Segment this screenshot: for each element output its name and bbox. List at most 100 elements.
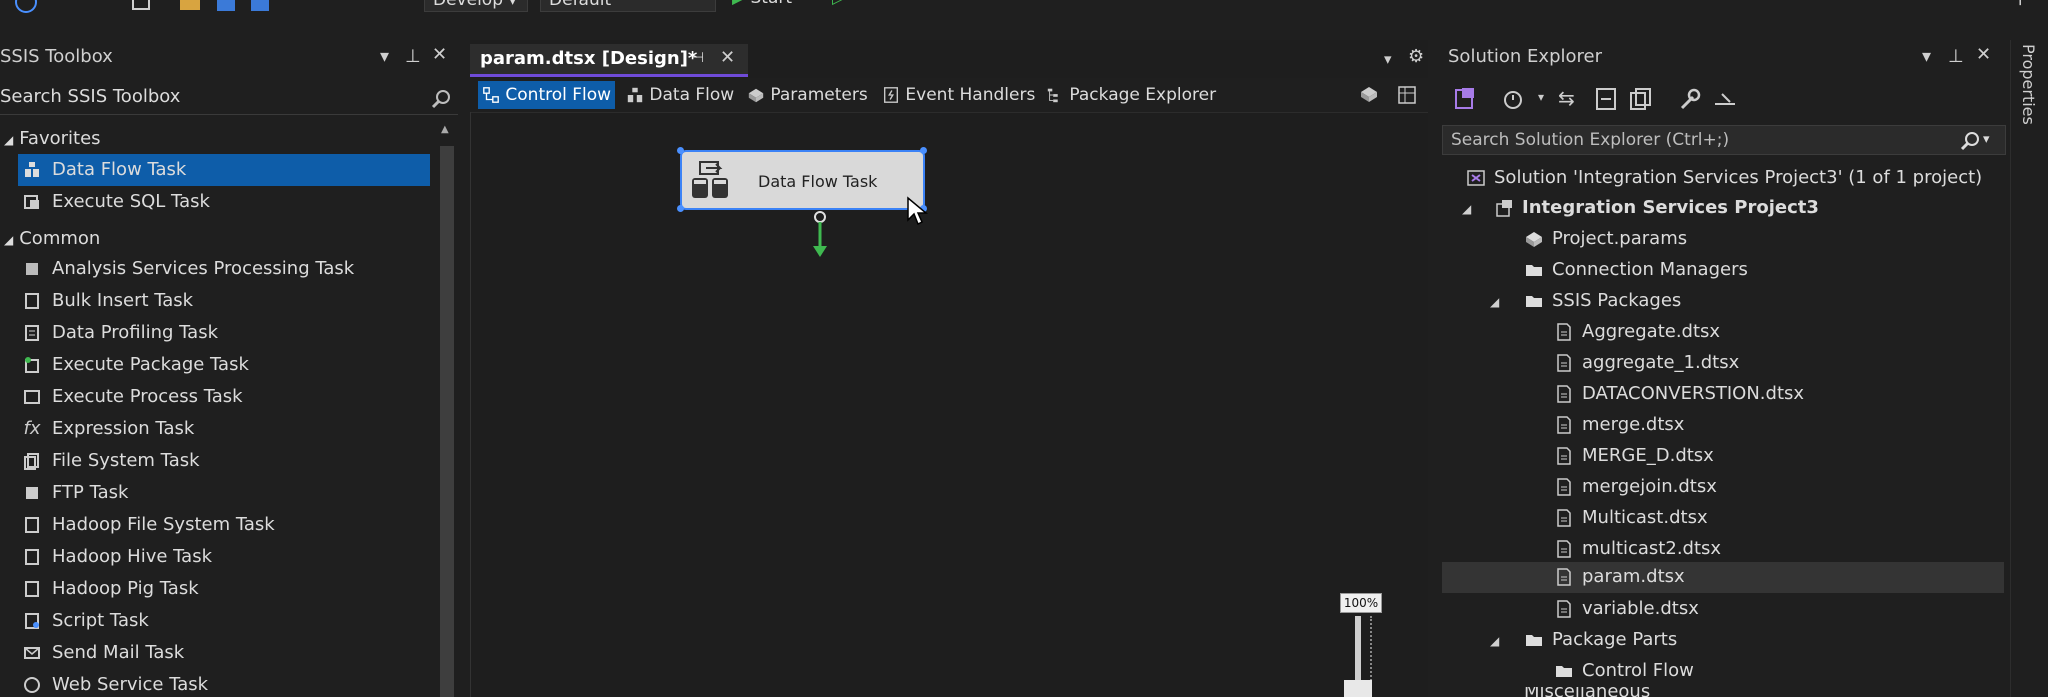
file-system-icon: [24, 453, 39, 470]
tree-package-parts[interactable]: Package Parts: [1524, 625, 1677, 655]
dropdown-icon[interactable]: ▾: [380, 46, 389, 67]
show-all-files-icon[interactable]: [1628, 86, 1652, 112]
control-flow-canvas[interactable]: [470, 112, 1429, 697]
tree-control-flow-parts[interactable]: Control Flow: [1554, 656, 1694, 686]
navigate-back-icon[interactable]: [14, 0, 38, 14]
close-icon[interactable]: ✕: [1976, 44, 1991, 65]
properties-tab[interactable]: Properties: [2019, 44, 2038, 125]
toolbox-scroll-thumb[interactable]: [440, 146, 454, 697]
pin-icon[interactable]: ⊥: [405, 46, 421, 67]
start-button[interactable]: ▶ Start: [732, 0, 792, 8]
toolbox-item-send-mail-task[interactable]: Send Mail Task: [18, 637, 430, 669]
toolbox-item-file-system-task[interactable]: File System Task: [18, 445, 430, 477]
history-icon[interactable]: [1500, 86, 1526, 112]
solution-explorer-search-input[interactable]: Search Solution Explorer (Ctrl+;) ▾: [1442, 125, 2006, 155]
toolbox-item-web-service-task[interactable]: Web Service Task: [18, 669, 430, 697]
tree-package[interactable]: DATACONVERSTION.dtsx: [1554, 379, 1804, 409]
dropdown-icon[interactable]: ▾: [1922, 46, 1931, 67]
common-group[interactable]: ◢ Common: [0, 228, 100, 249]
zoom-slider-thumb[interactable]: [1344, 680, 1372, 697]
execute-process-icon: [24, 390, 40, 404]
tab-param-design[interactable]: param.dtsx [Design]* ⊣ ✕: [470, 44, 748, 77]
hadoop-pig-icon: [25, 581, 39, 597]
toolbox-item-execute-sql-task[interactable]: Execute SQL Task: [18, 186, 430, 218]
tree-project[interactable]: Integration Services Project3: [1494, 193, 1819, 223]
toolbox-item-execute-process-task[interactable]: Execute Process Task: [18, 381, 430, 413]
tree-ssis-packages[interactable]: SSIS Packages: [1524, 286, 1681, 316]
params-icon: [1526, 232, 1542, 247]
toolbox-item-hadoop-hive-task[interactable]: Hadoop Hive Task: [18, 541, 430, 573]
toolbox-item-analysis-services-processing-task[interactable]: Analysis Services Processing Task: [18, 253, 430, 285]
tree-package[interactable]: Multicast.dtsx: [1554, 503, 1708, 533]
tree-package[interactable]: MERGE_D.dtsx: [1554, 441, 1714, 471]
pin-icon[interactable]: ⊥: [1948, 46, 1964, 67]
tab-parameters[interactable]: Parameters: [743, 81, 872, 109]
expand-triangle-icon[interactable]: ◢: [1462, 202, 1471, 216]
tab-dropdown-icon[interactable]: ▾: [1384, 50, 1392, 68]
event-handlers-icon: [884, 87, 898, 103]
variables-icon[interactable]: [1358, 84, 1380, 106]
start-without-debug-icon[interactable]: ▷: [832, 0, 845, 8]
package-file-icon: [1557, 447, 1571, 465]
tree-package[interactable]: mergejoin.dtsx: [1554, 472, 1717, 502]
configuration-combo[interactable]: Develop ▾: [424, 0, 528, 12]
toolbox-item-data-flow-task[interactable]: Data Flow Task: [18, 154, 430, 186]
tree-package[interactable]: merge.dtsx: [1554, 410, 1684, 440]
save-all-icon[interactable]: [248, 0, 272, 14]
folder-icon: [1526, 635, 1542, 646]
toolbox-item-script-task[interactable]: Script Task: [18, 605, 430, 637]
tree-project-params[interactable]: Project.params: [1524, 224, 1687, 254]
toolbox-item-execute-package-task[interactable]: Execute Package Task: [18, 349, 430, 381]
save-icon[interactable]: [214, 0, 238, 14]
script-icon: [25, 613, 39, 629]
tree-package[interactable]: variable.dtsx: [1554, 594, 1699, 624]
toolbox-item-ftp-task[interactable]: FTP Task: [18, 477, 430, 509]
tab-package-explorer[interactable]: Package Explorer: [1042, 81, 1220, 109]
resize-handle[interactable]: [920, 147, 927, 154]
collapse-all-icon[interactable]: [1594, 86, 1618, 112]
toolbox-item-data-profiling-task[interactable]: Data Profiling Task: [18, 317, 430, 349]
wrench-icon[interactable]: [1676, 86, 1702, 112]
data-flow-task-shape[interactable]: Data Flow Task: [680, 150, 925, 210]
resize-handle[interactable]: [677, 205, 684, 212]
gear-icon[interactable]: ⚙: [1408, 46, 1424, 67]
preview-icon[interactable]: [1712, 90, 1738, 110]
tree-package-param-selected[interactable]: param.dtsx: [1442, 562, 2004, 593]
tree-package[interactable]: Aggregate.dtsx: [1554, 317, 1720, 347]
data-flow-icon: [627, 87, 643, 103]
search-options-icon[interactable]: ▾: [1983, 126, 1990, 154]
search-icon: [1960, 132, 1979, 151]
tab-event-handlers[interactable]: Event Handlers: [878, 81, 1039, 109]
resize-handle[interactable]: [677, 147, 684, 154]
vs-home-icon[interactable]: [1452, 86, 1478, 112]
tree-miscellaneous[interactable]: Miscellaneous: [1524, 687, 1650, 697]
platform-combo[interactable]: Default: [540, 0, 716, 12]
history-dropdown-icon[interactable]: ▾: [1538, 90, 1544, 104]
tab-control-flow[interactable]: Control Flow: [478, 81, 616, 109]
tree-package[interactable]: multicast2.dtsx: [1554, 534, 1721, 564]
grid-options-icon[interactable]: [1396, 84, 1418, 106]
expand-triangle-icon[interactable]: ◢: [1490, 634, 1499, 648]
tree-solution[interactable]: Solution 'Integration Services Project3'…: [1466, 163, 1982, 193]
favorites-group[interactable]: ◢ Favorites: [0, 128, 101, 149]
account-icon[interactable]: ⚲: [2014, 0, 2026, 8]
toolbox-item-bulk-insert-task[interactable]: Bulk Insert Task: [18, 285, 430, 317]
tree-package[interactable]: aggregate_1.dtsx: [1554, 348, 1739, 378]
close-icon[interactable]: ✕: [432, 44, 447, 65]
open-folder-icon[interactable]: [178, 0, 202, 14]
data-flow-task-icon: [25, 162, 39, 177]
toolbox-search-input[interactable]: Search SSIS Toolbox: [0, 82, 458, 115]
tab-data-flow[interactable]: Data Flow: [622, 81, 738, 109]
pin-icon[interactable]: ⊣: [692, 50, 704, 66]
precedence-connector-arrow[interactable]: [808, 210, 832, 260]
toolbox-item-hadoop-file-system-task[interactable]: Hadoop File System Task: [18, 509, 430, 541]
expand-triangle-icon[interactable]: ◢: [1490, 295, 1499, 309]
toolbox-item-expression-task[interactable]: fx Expression Task: [18, 413, 430, 445]
new-project-icon[interactable]: [130, 0, 154, 14]
tree-connection-managers[interactable]: Connection Managers: [1524, 255, 1748, 285]
toolbox-item-hadoop-pig-task[interactable]: Hadoop Pig Task: [18, 573, 430, 605]
sync-icon[interactable]: ⇆: [1558, 86, 1575, 110]
data-profiling-icon: [25, 325, 39, 341]
close-tab-icon[interactable]: ✕: [720, 47, 735, 68]
scroll-up-icon[interactable]: ▲: [441, 124, 449, 135]
